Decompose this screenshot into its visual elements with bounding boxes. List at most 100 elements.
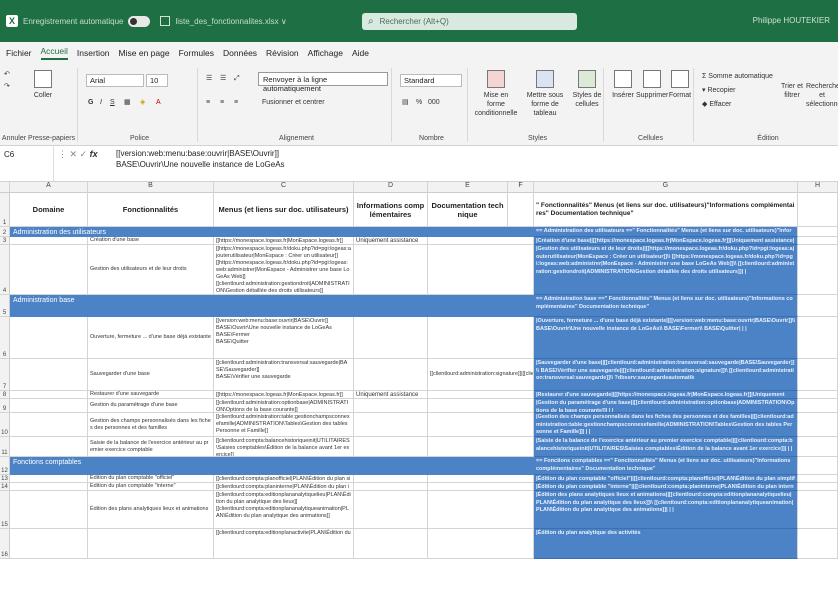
cell-menu[interactable]: [[clientlourd:compta:editionplanactivite… [214,529,354,559]
cell-doc[interactable] [428,317,534,359]
cell-h[interactable] [798,457,838,475]
cell-h[interactable] [798,413,838,437]
cell-concat[interactable]: |Édition du plan comptable "officiel"||[… [534,475,798,483]
row-header[interactable]: 6 [0,317,10,359]
cell-concat[interactable]: |Ouverture, fermeture ... d'une base déj… [534,317,798,359]
column-header-h[interactable]: H [798,182,838,193]
align-right-icon[interactable]: ≡ [234,98,238,107]
cell-concat[interactable]: |Sauvegarder d'une base||[[clientlourd:a… [534,359,798,391]
cell-concat[interactable]: |Édition du plan comptable "interne"||[[… [534,483,798,491]
section-header-row[interactable]: Fonctions comptables [10,457,534,475]
select-all-corner[interactable] [0,182,10,193]
cell-domaine[interactable] [10,491,88,529]
column-header-f[interactable]: F [508,182,534,193]
cell-doc[interactable] [428,245,534,295]
cell-infos[interactable] [354,483,428,491]
cell-fonctionnalite[interactable]: Gestion du paramétrage d'une base [88,399,214,413]
tab-donnees[interactable]: Données [223,48,257,58]
cell-h[interactable] [798,245,838,295]
tab-affichage[interactable]: Affichage [308,48,343,58]
currency-icon[interactable]: ▤ [402,98,409,107]
cell-concat[interactable]: == Fonctions comptables ==" Fonctionnali… [534,457,798,475]
cell-fonctionnalite[interactable]: Création d'une base [88,237,214,245]
document-title[interactable]: liste_des_fonctionnalites.xlsx ∨ [176,17,287,26]
underline-icon[interactable]: S [110,98,115,107]
row-header[interactable]: 11 [0,437,10,457]
cell-menu[interactable]: [[clientlourd:compta:editionplananalytiq… [214,491,354,529]
row-header[interactable]: 13 [0,475,10,483]
cell-styles-button[interactable]: Styles de cellules [572,70,602,109]
cell-doc[interactable]: [[clientlourd:administration:signature]]… [428,359,534,391]
cell-infos[interactable] [354,475,428,483]
cell-concat[interactable]: |Saisie de la balance de l'exercice anté… [534,437,798,457]
cell-h[interactable] [798,359,838,391]
fx-icon[interactable]: fx [90,149,98,159]
cell-h[interactable] [798,483,838,491]
cell-h[interactable] [798,437,838,457]
cell-doc[interactable] [428,491,534,529]
conditional-format-button[interactable]: Mise en forme conditionnelle [474,70,518,118]
cell-h[interactable] [798,237,838,245]
format-as-table-button[interactable]: Mettre sous forme de tableau [522,70,568,118]
section-header-row[interactable]: Administration des utilisateurs [10,227,534,237]
font-color-icon[interactable]: A [156,98,161,107]
orientation-icon[interactable]: ⤢ [234,74,240,83]
thousands-icon[interactable]: 000 [428,98,440,107]
fill-color-icon[interactable]: ◈ [140,98,145,107]
cell-doc[interactable] [428,437,534,457]
section-header-row[interactable]: Administration base [10,295,534,317]
cell-doc[interactable] [428,483,534,491]
cell-domaine[interactable] [10,529,88,559]
undo-icon[interactable]: ↶ [4,70,10,79]
cell-menu[interactable]: [[clientlourd:administration:transversal… [214,359,354,391]
format-cells-button[interactable]: Format [668,70,692,100]
cell-domaine[interactable] [10,317,88,359]
cell-domaine[interactable] [10,413,88,437]
autosave-toggle[interactable] [127,15,150,27]
cell-fonctionnalite[interactable]: Sauvegarder d'une base [88,359,214,391]
cell-menu[interactable]: [[https://monespace.logeas.fr/doku.php?i… [214,245,354,295]
cell-h[interactable] [798,399,838,413]
cell-domaine[interactable] [10,359,88,391]
cell-infos[interactable]: Uniquement assistance [354,237,428,245]
cell-concat[interactable]: |Restaurer d'une sauvegarde||[[https://m… [534,391,798,399]
font-size-select[interactable]: 10 [146,74,168,87]
cell-menu[interactable]: [[clientlourd:compta:planinterne|PLAN\Éd… [214,483,354,491]
cell-menu[interactable]: [[clientlourd:compta:planofficiel|PLAN\É… [214,475,354,483]
cell-domaine[interactable] [10,483,88,491]
cell-concat[interactable]: == Administration base ==" Fonctionnalit… [534,295,798,317]
cell-doc[interactable] [428,413,534,437]
column-header-d[interactable]: D [354,182,428,193]
cell-menu[interactable]: [[version:web:menu:base:ouvrir|BASE\Ouvr… [214,317,354,359]
fill-button[interactable]: ▾ Recopier [702,86,735,95]
column-header-g[interactable]: G [534,182,798,193]
row-header[interactable]: 10 [0,413,10,437]
column-header-a[interactable]: A [10,182,88,193]
cell-fonctionnalite[interactable]: Édition des plans analytiques lieux et a… [88,491,214,529]
column-header-b[interactable]: B [88,182,214,193]
cell-infos[interactable] [354,437,428,457]
cell-infos[interactable] [354,399,428,413]
autosum-button[interactable]: Σ Somme automatique [702,72,773,81]
cell-h[interactable] [798,475,838,483]
cell-doc[interactable] [428,475,534,483]
tab-aide[interactable]: Aide [352,48,369,58]
find-select-button[interactable]: Rechercher et sélectionner [806,82,838,109]
tab-mise-en-page[interactable]: Mise en page [119,48,170,58]
align-left-icon[interactable]: ≡ [206,98,210,107]
redo-icon[interactable]: ↷ [4,82,10,91]
borders-icon[interactable]: ▦ [124,98,131,107]
row-header[interactable]: 12 [0,457,10,475]
cell-fonctionnalite[interactable]: Gestion des utilisateurs et de leur droi… [88,245,214,295]
cell-menu[interactable]: [[https://monespace.logeas.fr|MonEspace.… [214,237,354,245]
cell-doc[interactable] [428,237,534,245]
tab-fichier[interactable]: Fichier [6,48,32,58]
cell-concat[interactable]: |Édition du plan analytique des activité… [534,529,798,559]
cell-domaine[interactable] [10,245,88,295]
cell-domaine[interactable] [10,475,88,483]
cell-infos[interactable] [354,317,428,359]
merge-center-button[interactable]: Fusionner et centrer [262,98,325,107]
cell-h[interactable] [798,227,838,237]
cell-infos[interactable] [354,245,428,295]
column-header-e[interactable]: E [428,182,508,193]
